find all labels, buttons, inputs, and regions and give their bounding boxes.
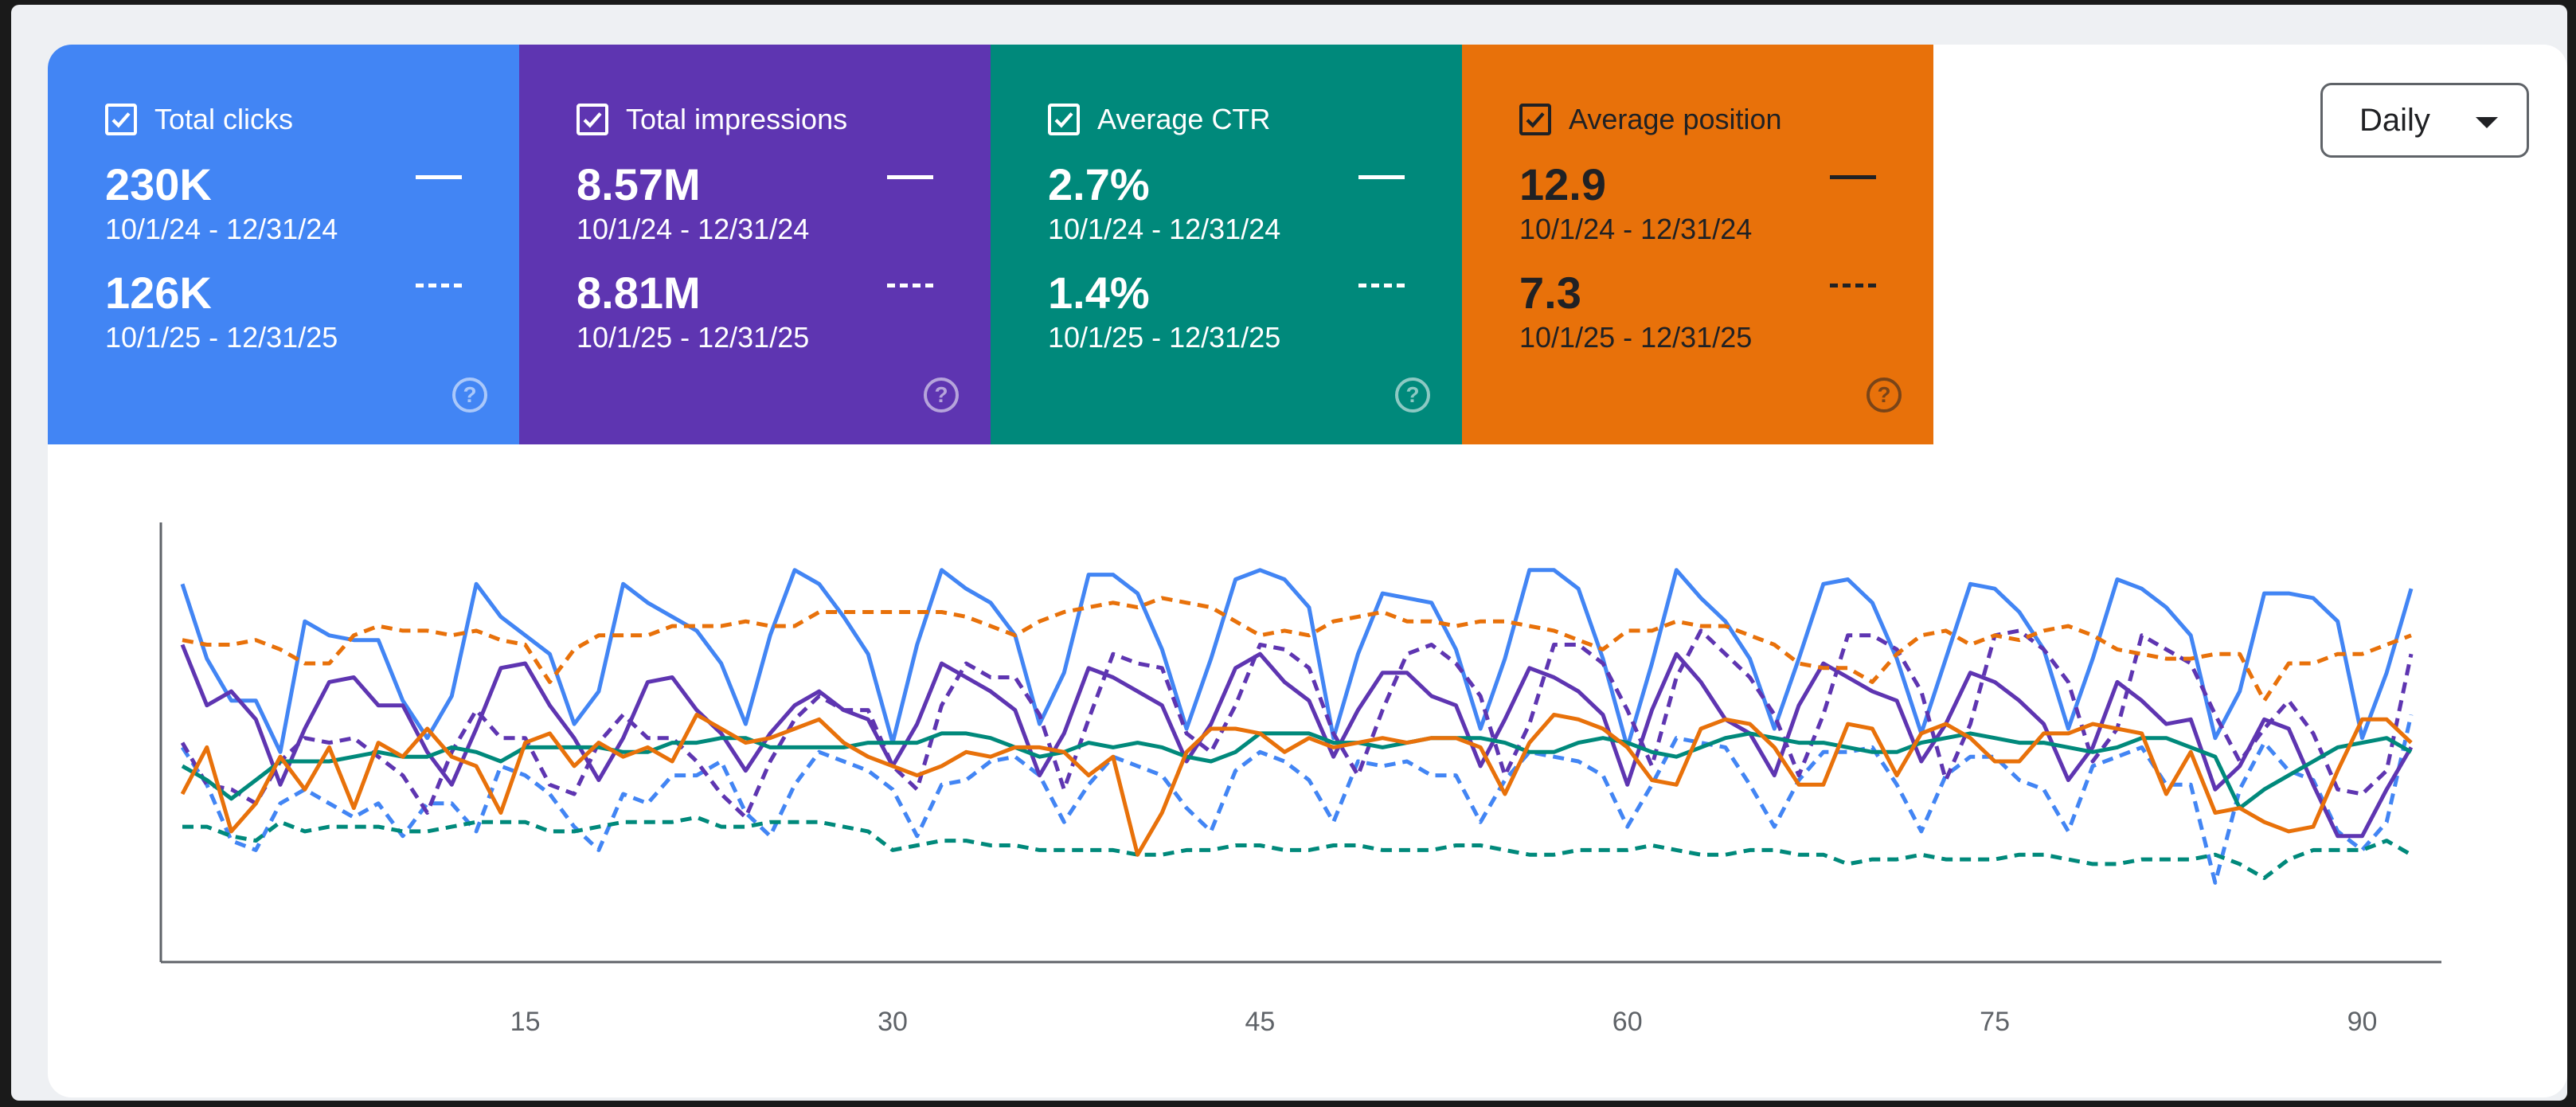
performance-line-chart: 15 30 45 60 75 90 xyxy=(159,522,2441,1037)
x-tick-label: 60 xyxy=(1612,1007,1643,1037)
x-tick-label: 45 xyxy=(1245,1007,1275,1037)
series-line-total-clicks-comparison xyxy=(180,714,2414,885)
x-tick-label: 90 xyxy=(2347,1007,2378,1037)
series-line-average-ctr-comparison xyxy=(182,815,2413,880)
x-tick-label: 30 xyxy=(878,1007,908,1037)
window-frame: Total clicks 230K 10/1/24 - 12/31/24 126… xyxy=(11,5,2567,1101)
series-line-average-position-comparison xyxy=(182,596,2412,703)
x-tick-label: 75 xyxy=(1980,1007,2010,1037)
x-tick-label: 15 xyxy=(510,1007,541,1037)
series-line-total-impressions-comparison xyxy=(180,628,2414,819)
series-line-average-position xyxy=(180,712,2413,857)
chart-series xyxy=(180,568,2414,885)
chart-x-ticks: 15 30 45 60 75 90 xyxy=(510,1007,2378,1037)
